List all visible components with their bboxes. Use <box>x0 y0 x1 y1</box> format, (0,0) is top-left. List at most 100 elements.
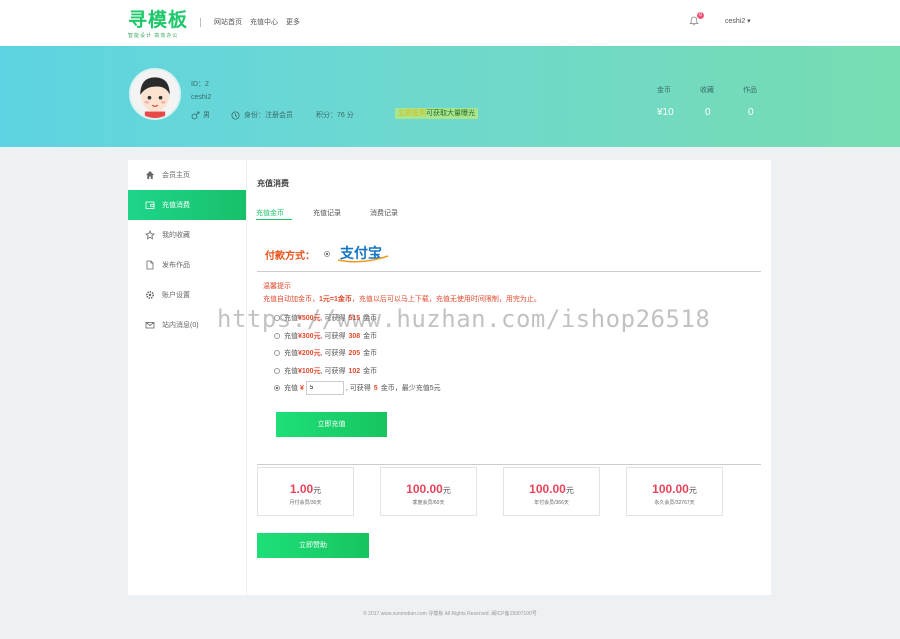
option-suffix: 金币，最少充值5元 <box>380 385 441 392</box>
user-gender: 男 <box>191 110 210 120</box>
logo[interactable]: 寻模板 智能设计 高效办公 <box>128 10 189 40</box>
nav-more[interactable]: 更多 <box>286 17 300 27</box>
watermark: https://www.huzhan.com/ishop26518 <box>217 305 711 333</box>
stat-favorites-label: 收藏 <box>700 87 714 94</box>
option-radio[interactable] <box>274 350 280 356</box>
avatar[interactable] <box>129 68 181 120</box>
divider <box>257 464 761 465</box>
vip-price-value: 100.00 <box>406 482 443 496</box>
option-mid: , 可获得 <box>345 385 371 392</box>
honor-highlight: 立即签到 <box>398 110 426 117</box>
logo-text: 寻模板 <box>128 10 189 31</box>
stat-coins-label: 金币 <box>657 87 671 94</box>
page-title: 充值消费 <box>257 179 289 188</box>
vip-plan-yearly[interactable]: 100.00元 年付会员/366天 <box>503 467 600 516</box>
vip-desc: 季度会员/60天 <box>412 500 445 506</box>
mail-icon <box>144 320 155 331</box>
option-suffix: 金币 <box>363 350 378 357</box>
nav-divider <box>200 17 201 27</box>
vip-plan-lifetime[interactable]: 100.00元 永久会员/32767天 <box>626 467 723 516</box>
vip-price: 100.00元 <box>381 482 476 496</box>
content-panel <box>247 160 771 595</box>
sidebar-item-home[interactable]: 会员主页 <box>128 160 246 190</box>
sidebar: 会员主页 充值消费 我的收藏 发布作品 账户设置 站内消息(0) <box>128 160 246 595</box>
payment-method-label: 付款方式： <box>265 251 315 262</box>
option-radio[interactable] <box>274 368 280 374</box>
tips-title: 温馨提示 <box>263 283 291 290</box>
option-coins: 102 <box>348 367 361 375</box>
nav-recharge[interactable]: 充值中心 <box>250 17 278 27</box>
top-bar: 寻模板 智能设计 高效办公 网站首页 充值中心 更多 0 ceshi2 ▾ <box>0 0 900 46</box>
user-menu[interactable]: ceshi2 ▾ <box>725 17 751 25</box>
option-prefix: 充值 <box>284 368 298 375</box>
stat-coins-value: ¥10 <box>657 107 674 118</box>
vip-desc: 月付会员/30天 <box>289 500 322 506</box>
vip-price-value: 1.00 <box>289 482 314 496</box>
footer: © 2017 www.xunmoban.com 寻模板 All Rights R… <box>363 611 537 617</box>
recharge-option-custom[interactable]: 充值 ¥ , 可获得 5 金币，最少充值5元 <box>274 381 441 395</box>
stat-works-label: 作品 <box>743 87 757 94</box>
recharge-button[interactable]: 立即充值 <box>276 412 387 437</box>
nav-home[interactable]: 网站首页 <box>214 17 242 27</box>
vip-price-unit: 元 <box>688 486 697 495</box>
user-points: 积分：76 分 <box>316 112 354 119</box>
vip-price-unit: 元 <box>565 486 574 495</box>
honor-text: 可获取大量曝光 <box>426 110 475 117</box>
vip-price: 1.00元 <box>258 482 353 496</box>
tips-text: 充值自动加金币，1元=1金币，充值以后可以马上下载，充值无使用时间限制，用完为止… <box>263 294 541 304</box>
sidebar-item-recharge[interactable]: 充值消费 <box>128 190 246 220</box>
top-nav: 网站首页 充值中心 更多 <box>200 17 308 27</box>
option-mid: , 可获得 <box>320 350 346 357</box>
recharge-option-100[interactable]: 充值 ¥100元 , 可获得 102 金币 <box>274 366 377 376</box>
tab-recharge-history[interactable]: 充值记录 <box>313 208 341 218</box>
sidebar-item-label: 账户设置 <box>162 292 190 299</box>
avatar-image <box>131 70 179 118</box>
option-radio[interactable] <box>274 333 280 339</box>
vip-desc: 年付会员/366天 <box>534 500 569 506</box>
stat-favorites-value: 0 <box>705 107 711 118</box>
file-icon <box>144 260 155 271</box>
sidebar-item-label: 我的收藏 <box>162 232 190 239</box>
sidebar-item-publish[interactable]: 发布作品 <box>128 250 246 280</box>
vip-plan-monthly[interactable]: 1.00元 月付会员/30天 <box>257 467 354 516</box>
vip-price-value: 100.00 <box>529 482 566 496</box>
vip-price-unit: 元 <box>313 486 322 495</box>
custom-amount-input[interactable] <box>305 381 344 395</box>
option-amount: ¥200元 <box>298 350 321 357</box>
sponsor-button[interactable]: 立即赞助 <box>257 533 369 558</box>
option-mid: , 可获得 <box>320 368 346 375</box>
sidebar-item-favorites[interactable]: 我的收藏 <box>128 220 246 250</box>
option-amount: ¥100元 <box>298 368 321 375</box>
vip-plan-quarterly[interactable]: 100.00元 季度会员/60天 <box>380 467 477 516</box>
option-suffix: 金币 <box>363 368 378 375</box>
vip-price: 100.00元 <box>627 482 722 496</box>
tab-spending-history[interactable]: 消费记录 <box>370 208 398 218</box>
identity-label: 身份：注册会员 <box>244 112 293 119</box>
user-name: ceshi2 <box>191 94 212 101</box>
logo-subtitle: 智能设计 高效办公 <box>128 33 179 39</box>
tips-text-rate: 1元=1金币 <box>319 296 352 303</box>
sidebar-item-label: 发布作品 <box>162 262 190 269</box>
option-coins: 5 <box>373 384 378 392</box>
clock-icon <box>231 111 240 119</box>
honor-badge[interactable]: 立即签到可获取大量曝光 <box>395 108 478 119</box>
sidebar-item-label: 充值消费 <box>162 202 190 209</box>
alipay-radio[interactable] <box>324 251 330 257</box>
recharge-option-200[interactable]: 充值 ¥200元 , 可获得 205 金币 <box>274 348 377 358</box>
male-icon <box>191 111 200 119</box>
vip-price: 100.00元 <box>504 482 599 496</box>
gender-label: 男 <box>203 112 210 119</box>
option-radio[interactable] <box>274 385 280 391</box>
gear-icon <box>144 290 155 301</box>
option-prefix: 充值 <box>284 350 298 357</box>
sidebar-item-label: 站内消息(0) <box>162 322 199 329</box>
option-coins: 308 <box>348 332 361 340</box>
active-tab-indicator <box>256 219 292 220</box>
user-identity: 身份：注册会员 <box>231 110 293 120</box>
vip-desc: 永久会员/32767天 <box>654 500 695 506</box>
option-currency: ¥ <box>300 384 304 392</box>
tab-recharge-coins[interactable]: 充值金币 <box>256 208 284 218</box>
user-id: ID：2 <box>191 81 209 88</box>
option-coins: 205 <box>348 349 361 357</box>
alipay-logo[interactable]: 支付宝 <box>336 243 390 265</box>
